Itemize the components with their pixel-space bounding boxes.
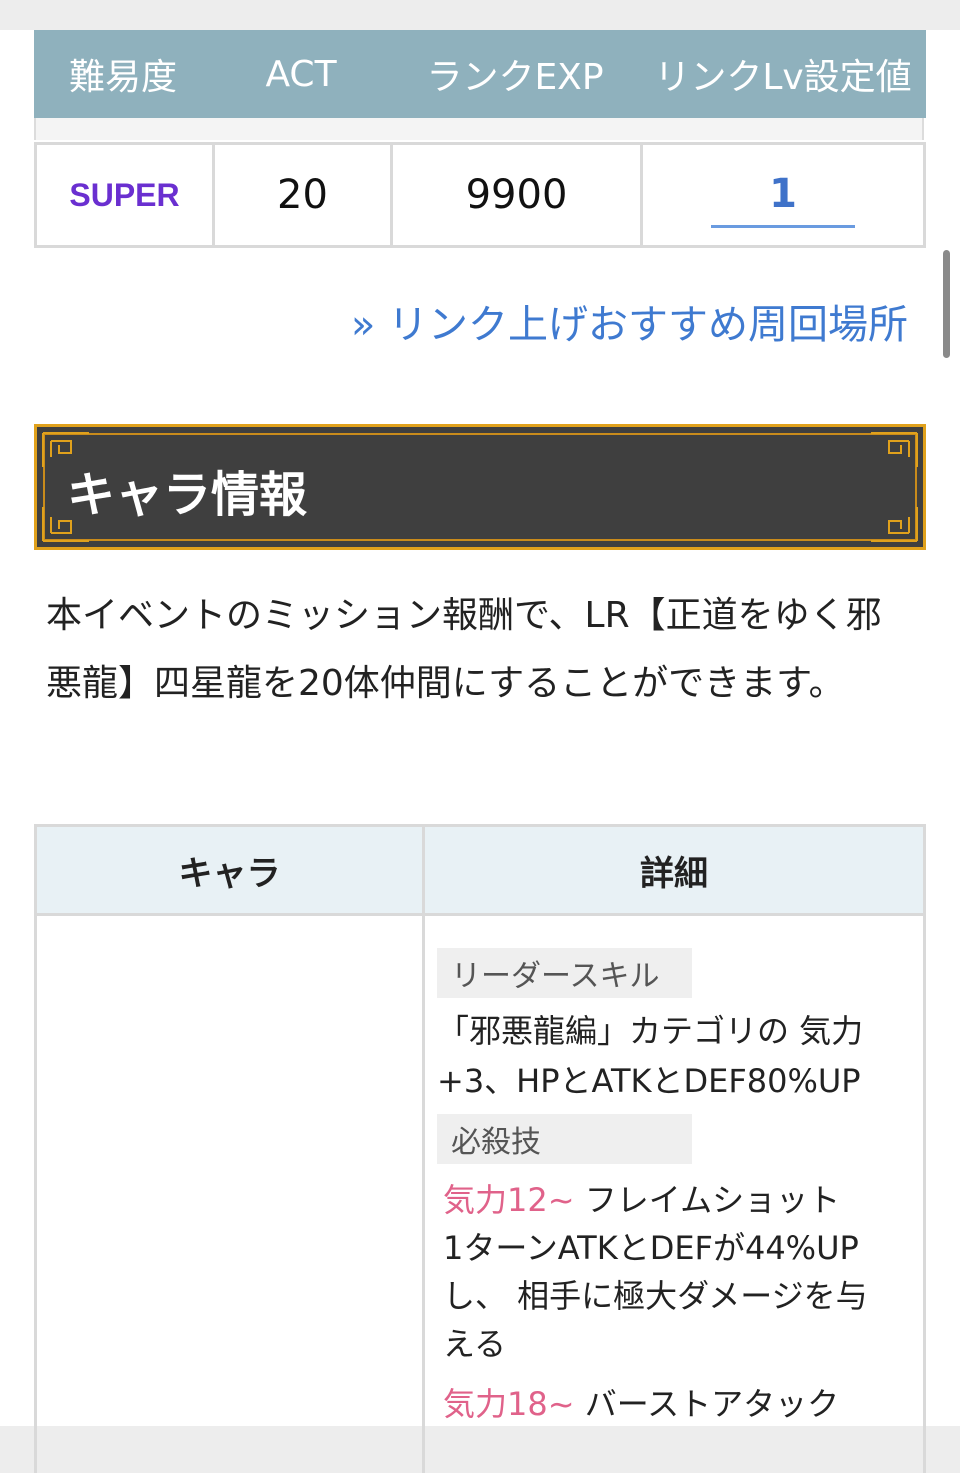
section-title: キャラ情報 (67, 467, 308, 523)
col-link-lv: リンクLv設定値 (654, 57, 912, 98)
leader-skill-text: 「邪悪龍編」カテゴリの 気力+3、HPとATKとDEF80%UP (437, 1012, 864, 1100)
leader-skill-tag: リーダースキル (437, 948, 737, 998)
act-cell: 20 (212, 142, 393, 248)
difficulty-value: SUPER (69, 176, 180, 213)
top-strip (0, 0, 960, 30)
special-1-desc: 1ターンATKとDEFが44%UPし、 相手に極大ダメージを与える (443, 1229, 868, 1363)
special-1-ki: 気力12~ (443, 1181, 575, 1219)
col-difficulty: 難易度 (68, 57, 177, 98)
intro-text: 本イベントのミッション報酬で、LR【正道をゆく邪悪龍】四星龍を20体仲間にするこ… (46, 595, 882, 704)
stage-table-spacer (34, 118, 924, 140)
stage-table-header: 難易度 ACT ランクEXP リンクLv設定値 (34, 30, 926, 118)
col-detail: 詳細 (422, 824, 926, 916)
special-2: 気力18~ バーストアタック (443, 1380, 903, 1428)
ornament-corner-icon (871, 432, 918, 467)
detail-cell: リーダースキル 「邪悪龍編」カテゴリの 気力+3、HPとATKとDEF80%UP… (422, 913, 926, 1473)
rank-exp-value: 9900 (465, 172, 568, 218)
section-header: キャラ情報 (34, 424, 926, 550)
character-image-cell (34, 913, 425, 1473)
link-lv-input[interactable]: 1 (711, 171, 855, 228)
special-1: 気力12~ フレイムショット (443, 1176, 903, 1224)
act-value: 20 (277, 172, 328, 218)
scrollbar[interactable] (943, 250, 950, 358)
special-tag: 必殺技 (437, 1114, 737, 1164)
ornament-corner-icon (871, 507, 918, 542)
recommend-link[interactable]: » リンク上げおすすめ周回場所 (351, 292, 908, 350)
rank-exp-cell: 9900 (390, 142, 643, 248)
special-1-name: フレイムショット (584, 1181, 841, 1219)
char-table-header: キャラ 詳細 (34, 824, 926, 916)
char-table: キャラ 詳細 リーダースキル 「邪悪龍編」カテゴリの 気力+3、HPとATKとD… (34, 824, 926, 1473)
special-2-ki: 気力18~ (443, 1385, 575, 1423)
table-row: SUPER 20 9900 1 (34, 142, 926, 248)
special-2-name: バーストアタック (584, 1385, 840, 1423)
col-character: キャラ (34, 824, 425, 916)
col-act: ACT (265, 53, 337, 95)
link-lv-cell: 1 (640, 142, 926, 248)
difficulty-cell: SUPER (34, 142, 215, 248)
col-rank-exp: ランクEXP (426, 57, 604, 98)
